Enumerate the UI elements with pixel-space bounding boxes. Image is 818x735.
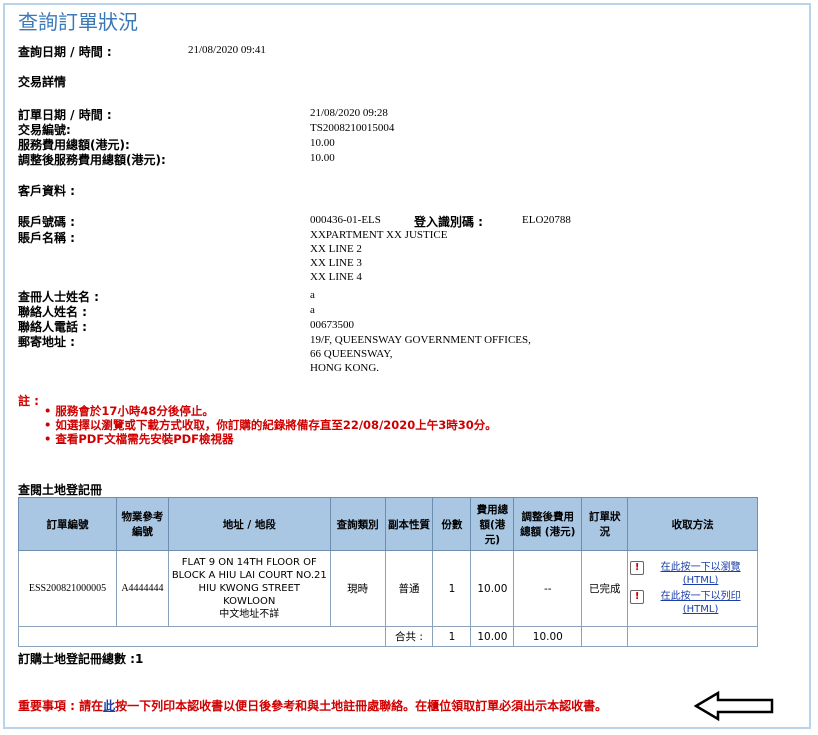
address-line: HIU KWONG STREET KOWLOON: [198, 583, 301, 607]
contact-phone-value: 00673500: [310, 319, 354, 331]
column-header: 費用總額(港元): [470, 497, 515, 551]
address-line: 中文地址不詳: [219, 609, 280, 620]
view-html-link[interactable]: 在此按一下以瀏覽 (HTML): [646, 561, 755, 587]
view-option: ! 在此按一下以瀏覽 (HTML): [630, 561, 755, 587]
fee-cell: 10.00: [470, 550, 515, 627]
important-notice: 重要事項 : 請在此按一下列印本認收書以便日後參考和與土地註冊處聯絡。在櫃位領取…: [18, 697, 607, 714]
column-header: 地址 / 地段: [167, 497, 331, 551]
orders-table: 訂單編號 物業參考編號 地址 / 地段 查詢類別 副本性質 份數 費用總額(港元…: [18, 497, 758, 647]
adjusted-service-fee-value: 10.00: [310, 152, 335, 164]
column-header: 收取方法: [627, 497, 758, 551]
status-cell: 已完成: [581, 550, 629, 627]
adjusted-service-fee-label: 調整後服務費用總額(港元):: [18, 153, 166, 167]
table-total-row: 合共 : 1 10.00 10.00: [18, 626, 758, 647]
account-name-line: XX LINE 4: [310, 271, 362, 283]
column-header: 查詢類別: [329, 497, 386, 551]
page-title: 查詢訂單狀況: [18, 10, 138, 34]
column-header: 訂單狀況: [581, 497, 629, 551]
note-item: 服務會於17小時48分後停止。: [44, 404, 497, 418]
login-id-label: 登入識別碼 :: [414, 215, 483, 229]
register-count: 訂購土地登記冊總數 :1: [18, 652, 144, 666]
account-name-line: XXPARTMENT XX JUSTICE: [310, 229, 448, 241]
copy-type-cell: 普通: [384, 550, 434, 627]
land-register-heading: 查閱土地登記冊: [18, 483, 103, 497]
warning-icon: !: [630, 590, 645, 604]
account-name-line: XX LINE 2: [310, 243, 362, 255]
searcher-name-value: a: [310, 289, 315, 301]
delivery-method-cell: ! 在此按一下以瀏覽 (HTML) ! 在此按一下以列印 (HTML): [627, 550, 758, 627]
column-header: 副本性質: [384, 497, 434, 551]
total-label-cell: 合共 :: [384, 626, 434, 647]
account-name-label: 賬戶名稱 :: [18, 231, 75, 245]
column-header: 物業參考編號: [115, 497, 169, 551]
order-no-cell: ESS200821000005: [18, 550, 117, 627]
print-option: ! 在此按一下以列印 (HTML): [630, 590, 755, 616]
mailing-address-label: 郵寄地址 :: [18, 335, 75, 349]
important-prefix: 重要事項 : 請在: [18, 699, 104, 713]
account-no-value: 000436-01-ELS: [310, 214, 381, 226]
warning-icon: !: [630, 561, 645, 575]
total-fee-cell: 10.00: [470, 626, 515, 647]
total-copies-cell: 1: [432, 626, 472, 647]
contact-name-value: a: [310, 304, 315, 316]
query-datetime-value: 21/08/2020 09:41: [188, 44, 266, 56]
search-type-cell: 現時: [329, 550, 386, 627]
address-line: FLAT 9 ON 14TH FLOOR OF: [181, 557, 317, 568]
column-header: 調整後費用總額 (港元): [513, 497, 583, 551]
service-fee-value: 10.00: [310, 137, 335, 149]
notes-list: 服務會於17小時48分後停止。 如選擇以瀏覽或下載方式收取，你訂購的紀錄將備存直…: [44, 404, 497, 446]
total-empty-cell: [581, 626, 629, 647]
transaction-no-value: TS2008210015004: [310, 122, 395, 134]
mailing-address-line: HONG KONG.: [310, 362, 380, 374]
account-no-label: 賬戶號碼 :: [18, 215, 75, 229]
important-suffix: 按一下列印本認收書以便日後參考和與土地註冊處聯絡。在櫃位領取訂單必須出示本認收書…: [115, 699, 608, 713]
column-header: 份數: [432, 497, 472, 551]
column-header: 訂單編號: [18, 497, 117, 551]
mailing-address-line: 19/F, QUEENSWAY GOVERNMENT OFFICES,: [310, 334, 531, 346]
table-row: ESS200821000005 A4444444 FLAT 9 ON 14TH …: [18, 550, 758, 627]
copies-cell: 1: [432, 550, 472, 627]
order-datetime-value: 21/08/2020 09:28: [310, 107, 388, 119]
note-item: 查看PDF文檔需先安裝PDF檢視器: [44, 432, 497, 446]
customer-heading: 客戶資料 :: [18, 184, 75, 198]
print-html-link[interactable]: 在此按一下以列印 (HTML): [646, 590, 755, 616]
adjusted-fee-cell: --: [513, 550, 583, 627]
notes-title: 註 :: [18, 394, 39, 408]
table-header-row: 訂單編號 物業參考編號 地址 / 地段 查詢類別 副本性質 份數 費用總額(港元…: [18, 497, 758, 551]
login-id-value: ELO20788: [522, 214, 571, 226]
total-adjusted-fee-cell: 10.00: [513, 626, 583, 647]
print-acknowledgement-link[interactable]: 此: [103, 699, 115, 713]
note-item: 如選擇以瀏覽或下載方式收取，你訂購的紀錄將備存直至22/08/2020上午3時3…: [44, 418, 496, 432]
mailing-address-line: 66 QUEENSWAY,: [310, 348, 393, 360]
transaction-heading: 交易詳情: [18, 75, 67, 89]
total-spacer-cell: [18, 626, 386, 647]
account-name-line: XX LINE 3: [310, 257, 362, 269]
address-line: BLOCK A HIU LAI COURT NO.21: [171, 570, 327, 581]
property-ref-cell: A4444444: [115, 550, 169, 627]
left-arrow-icon: [694, 691, 774, 721]
address-cell: FLAT 9 ON 14TH FLOOR OF BLOCK A HIU LAI …: [167, 550, 331, 627]
total-empty-cell: [627, 626, 758, 647]
query-datetime-label: 查詢日期 / 時間 :: [18, 45, 112, 59]
